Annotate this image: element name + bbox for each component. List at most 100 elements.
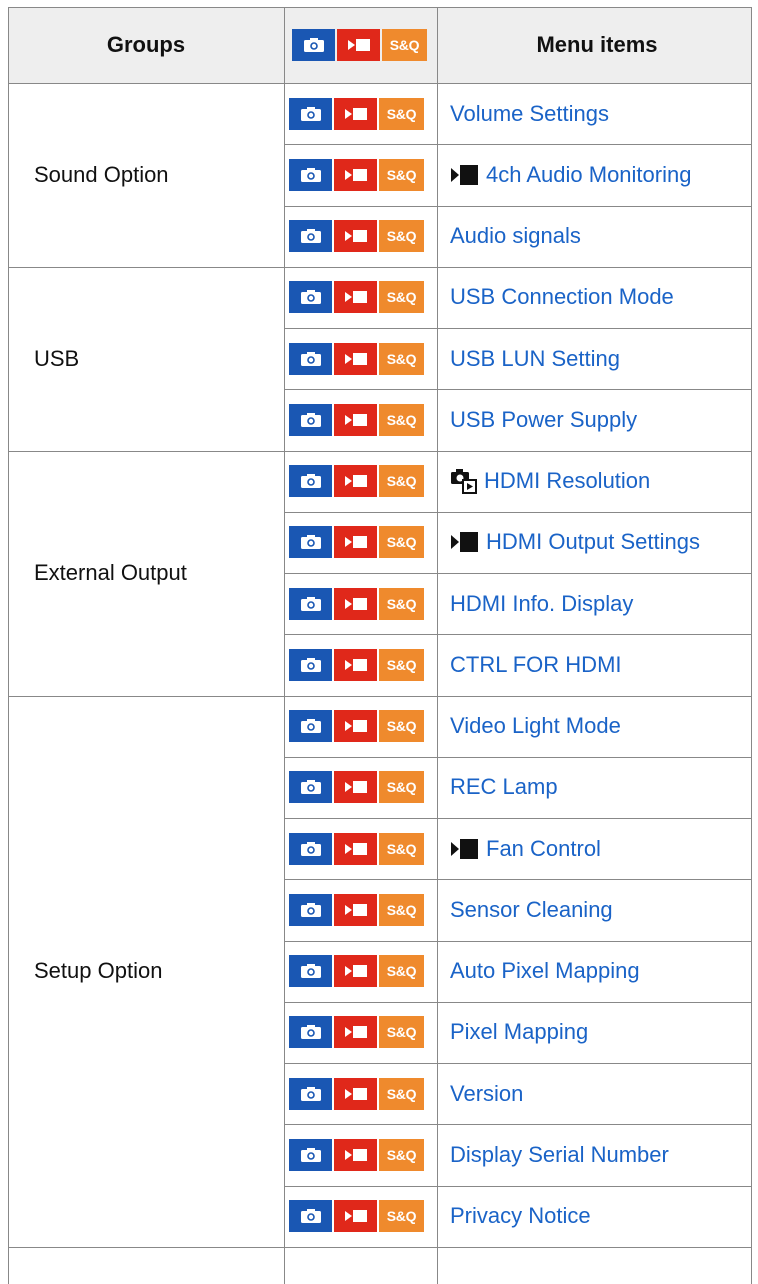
row-divider bbox=[284, 205, 752, 207]
movie-icon bbox=[334, 1077, 377, 1110]
camera-icon bbox=[289, 220, 332, 253]
menu-item-link[interactable]: Fan Control bbox=[450, 833, 601, 865]
sq-icon: S&Q bbox=[379, 955, 424, 988]
menu-item-link[interactable]: HDMI Output Settings bbox=[450, 526, 700, 558]
row-divider bbox=[8, 83, 752, 84]
menu-item-label: REC Lamp bbox=[450, 774, 558, 800]
menu-item-link[interactable]: Video Light Mode bbox=[450, 710, 621, 742]
camera-icon bbox=[289, 342, 332, 375]
menu-item-label: HDMI Resolution bbox=[484, 468, 651, 494]
mode-icons: S&Q bbox=[289, 97, 431, 130]
menu-item-link[interactable]: 4ch Audio Monitoring bbox=[450, 159, 691, 191]
menu-item-link[interactable]: REC Lamp bbox=[450, 771, 558, 803]
row-divider bbox=[284, 389, 752, 391]
camera-icon bbox=[289, 465, 332, 498]
mode-icons: S&Q bbox=[289, 158, 431, 191]
menu-item-link[interactable]: USB LUN Setting bbox=[450, 343, 620, 375]
movie-icon bbox=[334, 342, 377, 375]
menu-item-link[interactable]: Volume Settings bbox=[450, 98, 609, 130]
row-divider bbox=[284, 1063, 752, 1064]
menu-item-label: HDMI Output Settings bbox=[486, 529, 700, 555]
menu-item-link[interactable]: HDMI Info. Display bbox=[450, 588, 633, 620]
row-divider bbox=[284, 1124, 752, 1126]
photo-playback-icon bbox=[450, 467, 478, 495]
mode-icons: S&Q bbox=[289, 1138, 431, 1171]
menu-item-link[interactable]: Pixel Mapping bbox=[450, 1016, 588, 1048]
menu-item-link[interactable]: USB Connection Mode bbox=[450, 281, 674, 313]
movie-icon bbox=[334, 710, 377, 743]
sq-icon: S&Q bbox=[379, 710, 424, 743]
camera-icon bbox=[289, 832, 332, 865]
movie-icon bbox=[334, 771, 377, 804]
group-label: External Output bbox=[34, 560, 187, 585]
row-divider bbox=[284, 144, 752, 146]
camera-icon bbox=[289, 403, 332, 436]
camera-icon bbox=[289, 1077, 332, 1110]
menu-item-label: Audio signals bbox=[450, 223, 581, 249]
menu-item-link[interactable]: Version bbox=[450, 1078, 523, 1110]
mode-icons: S&Q bbox=[289, 342, 431, 375]
menu-item-link[interactable]: USB Power Supply bbox=[450, 404, 637, 436]
row-divider bbox=[284, 756, 752, 758]
row-divider bbox=[284, 634, 752, 636]
sq-icon: S&Q bbox=[379, 526, 424, 559]
movie-icon bbox=[334, 403, 377, 436]
menu-item-link[interactable]: Privacy Notice bbox=[450, 1200, 591, 1232]
menu-item-label: USB Power Supply bbox=[450, 406, 638, 432]
mode-icons: S&Q bbox=[289, 281, 431, 314]
sq-icon: S&Q bbox=[379, 342, 424, 375]
camera-icon bbox=[289, 893, 332, 926]
movie-icon bbox=[334, 832, 377, 865]
table-border-left bbox=[8, 7, 9, 1284]
menu-table: Groups S&Q Menu items S&Q Volume Settings… bbox=[8, 7, 752, 1284]
menu-item-label: Volume Settings bbox=[450, 100, 609, 126]
menu-item-label: Pixel Mapping bbox=[450, 1019, 589, 1045]
menu-item-link[interactable]: Sensor Cleaning bbox=[450, 894, 613, 926]
mode-icons: S&Q bbox=[289, 1077, 431, 1110]
menu-item-link[interactable]: Audio signals bbox=[450, 220, 581, 252]
movie-icon bbox=[334, 587, 377, 620]
movie-only-icon bbox=[450, 530, 480, 554]
table-border-right bbox=[751, 7, 752, 1284]
menu-item-link[interactable]: CTRL FOR HDMI bbox=[450, 649, 622, 681]
camera-icon bbox=[289, 1016, 332, 1049]
sq-icon: S&Q bbox=[379, 771, 424, 804]
mode-icons: S&Q bbox=[289, 526, 431, 559]
row-divider bbox=[284, 328, 752, 329]
group-label: Setup Option bbox=[34, 958, 163, 984]
column-divider bbox=[437, 7, 438, 1284]
sq-icon: S&Q bbox=[379, 587, 424, 620]
camera-icon bbox=[289, 281, 332, 314]
mode-icons: S&Q bbox=[289, 832, 431, 865]
mode-icons: S&Q bbox=[289, 1016, 431, 1049]
mode-header: S&Q bbox=[284, 7, 442, 83]
movie-icon bbox=[334, 955, 377, 988]
camera-icon bbox=[289, 587, 332, 620]
group-label: Sound Option bbox=[34, 161, 169, 187]
mode-icons: S&Q bbox=[289, 771, 431, 804]
menu-item-link[interactable]: Display Serial Number bbox=[450, 1139, 669, 1171]
menu-item-label: Sensor Cleaning bbox=[450, 896, 613, 922]
sq-icon: S&Q bbox=[379, 1077, 424, 1110]
camera-icon bbox=[289, 97, 332, 130]
camera-icon bbox=[289, 1200, 332, 1233]
row-divider bbox=[284, 818, 752, 819]
row-divider bbox=[284, 940, 752, 942]
row-divider bbox=[284, 511, 752, 513]
sq-icon: S&Q bbox=[382, 29, 427, 61]
movie-icon bbox=[334, 893, 377, 926]
menu-item-link[interactable]: HDMI Resolution bbox=[450, 465, 650, 497]
row-divider bbox=[284, 1001, 752, 1003]
menu-item-label: USB Connection Mode bbox=[450, 284, 674, 310]
sq-icon: S&Q bbox=[379, 97, 424, 130]
camera-icon bbox=[292, 29, 335, 61]
sq-icon: S&Q bbox=[379, 403, 424, 436]
movie-icon bbox=[334, 465, 377, 498]
movie-icon bbox=[334, 220, 377, 253]
menu-item-link[interactable]: Auto Pixel Mapping bbox=[450, 955, 640, 987]
row-divider bbox=[8, 266, 752, 268]
movie-icon bbox=[334, 97, 377, 130]
camera-icon bbox=[289, 158, 332, 191]
row-divider bbox=[284, 573, 752, 574]
column-divider bbox=[284, 7, 285, 1284]
